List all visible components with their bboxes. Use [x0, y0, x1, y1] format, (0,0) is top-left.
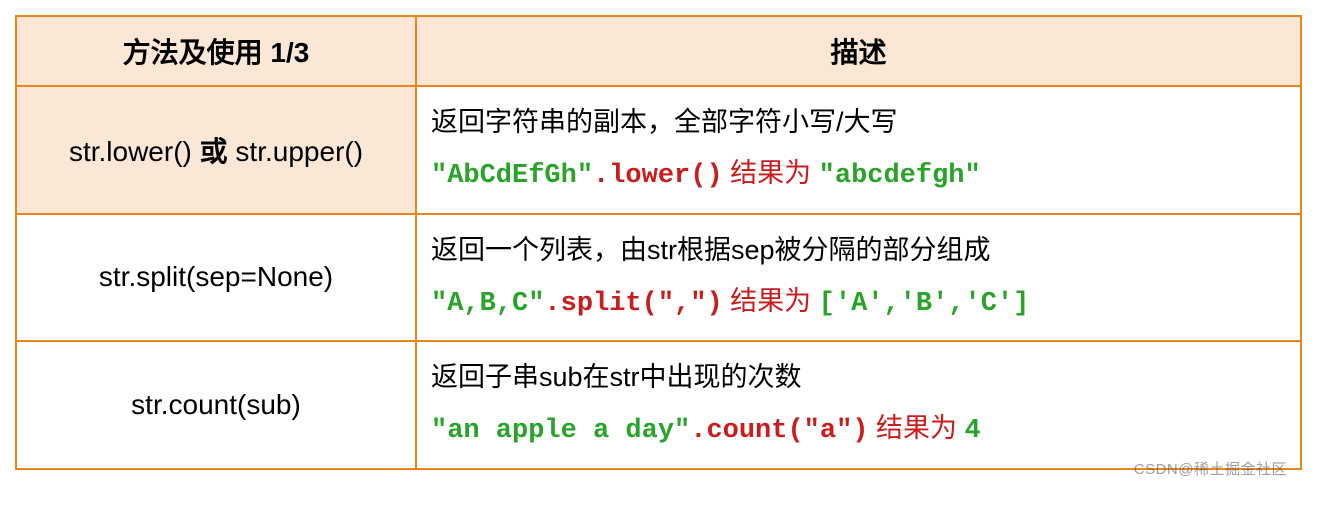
desc-code-line: "an apple a day".count("a") 结果为 4: [431, 403, 1286, 457]
header-method: 方法及使用 1/3: [16, 16, 416, 86]
table-row: str.count(sub) 返回子串sub在str中出现的次数 "an app…: [16, 341, 1301, 469]
watermark-text: CSDN@稀土掘金社区: [1134, 458, 1287, 479]
method-text-pre: str.lower(): [69, 136, 200, 167]
result-value: 4: [965, 416, 981, 446]
desc-line1: 返回一个列表，由str根据sep被分隔的部分组成: [431, 225, 1286, 276]
table-header-row: 方法及使用 1/3 描述: [16, 16, 1301, 86]
code-call: .split(","): [544, 289, 722, 319]
desc-line1: 返回字符串的副本，全部字符小写/大写: [431, 97, 1286, 148]
result-label: 结果为: [723, 286, 819, 316]
desc-code-line: "A,B,C".split(",") 结果为 ['A','B','C']: [431, 276, 1286, 330]
result-label: 结果为: [723, 158, 819, 188]
methods-table: 方法及使用 1/3 描述 str.lower() 或 str.upper() 返…: [15, 15, 1302, 470]
result-value: ['A','B','C']: [819, 289, 1030, 319]
method-cell: str.lower() 或 str.upper(): [16, 86, 416, 214]
method-text-bold: 或: [200, 136, 228, 167]
method-text-pre: str.split(sep=None): [99, 261, 333, 292]
method-text-pre: str.count(sub): [131, 389, 301, 420]
code-string: "A,B,C": [431, 289, 544, 319]
desc-cell: 返回子串sub在str中出现的次数 "an apple a day".count…: [416, 341, 1301, 469]
header-description: 描述: [416, 16, 1301, 86]
code-string: "AbCdEfGh": [431, 161, 593, 191]
method-text-post: str.upper(): [228, 136, 363, 167]
desc-cell: 返回字符串的副本，全部字符小写/大写 "AbCdEfGh".lower() 结果…: [416, 86, 1301, 214]
desc-cell: 返回一个列表，由str根据sep被分隔的部分组成 "A,B,C".split("…: [416, 214, 1301, 342]
code-string: "an apple a day": [431, 416, 690, 446]
result-value: "abcdefgh": [819, 161, 981, 191]
table-row: str.split(sep=None) 返回一个列表，由str根据sep被分隔的…: [16, 214, 1301, 342]
code-call: .count("a"): [690, 416, 868, 446]
desc-line1: 返回子串sub在str中出现的次数: [431, 352, 1286, 403]
result-label: 结果为: [868, 413, 964, 443]
method-cell: str.count(sub): [16, 341, 416, 469]
code-call: .lower(): [593, 161, 723, 191]
desc-code-line: "AbCdEfGh".lower() 结果为 "abcdefgh": [431, 148, 1286, 202]
table-row: str.lower() 或 str.upper() 返回字符串的副本，全部字符小…: [16, 86, 1301, 214]
method-cell: str.split(sep=None): [16, 214, 416, 342]
